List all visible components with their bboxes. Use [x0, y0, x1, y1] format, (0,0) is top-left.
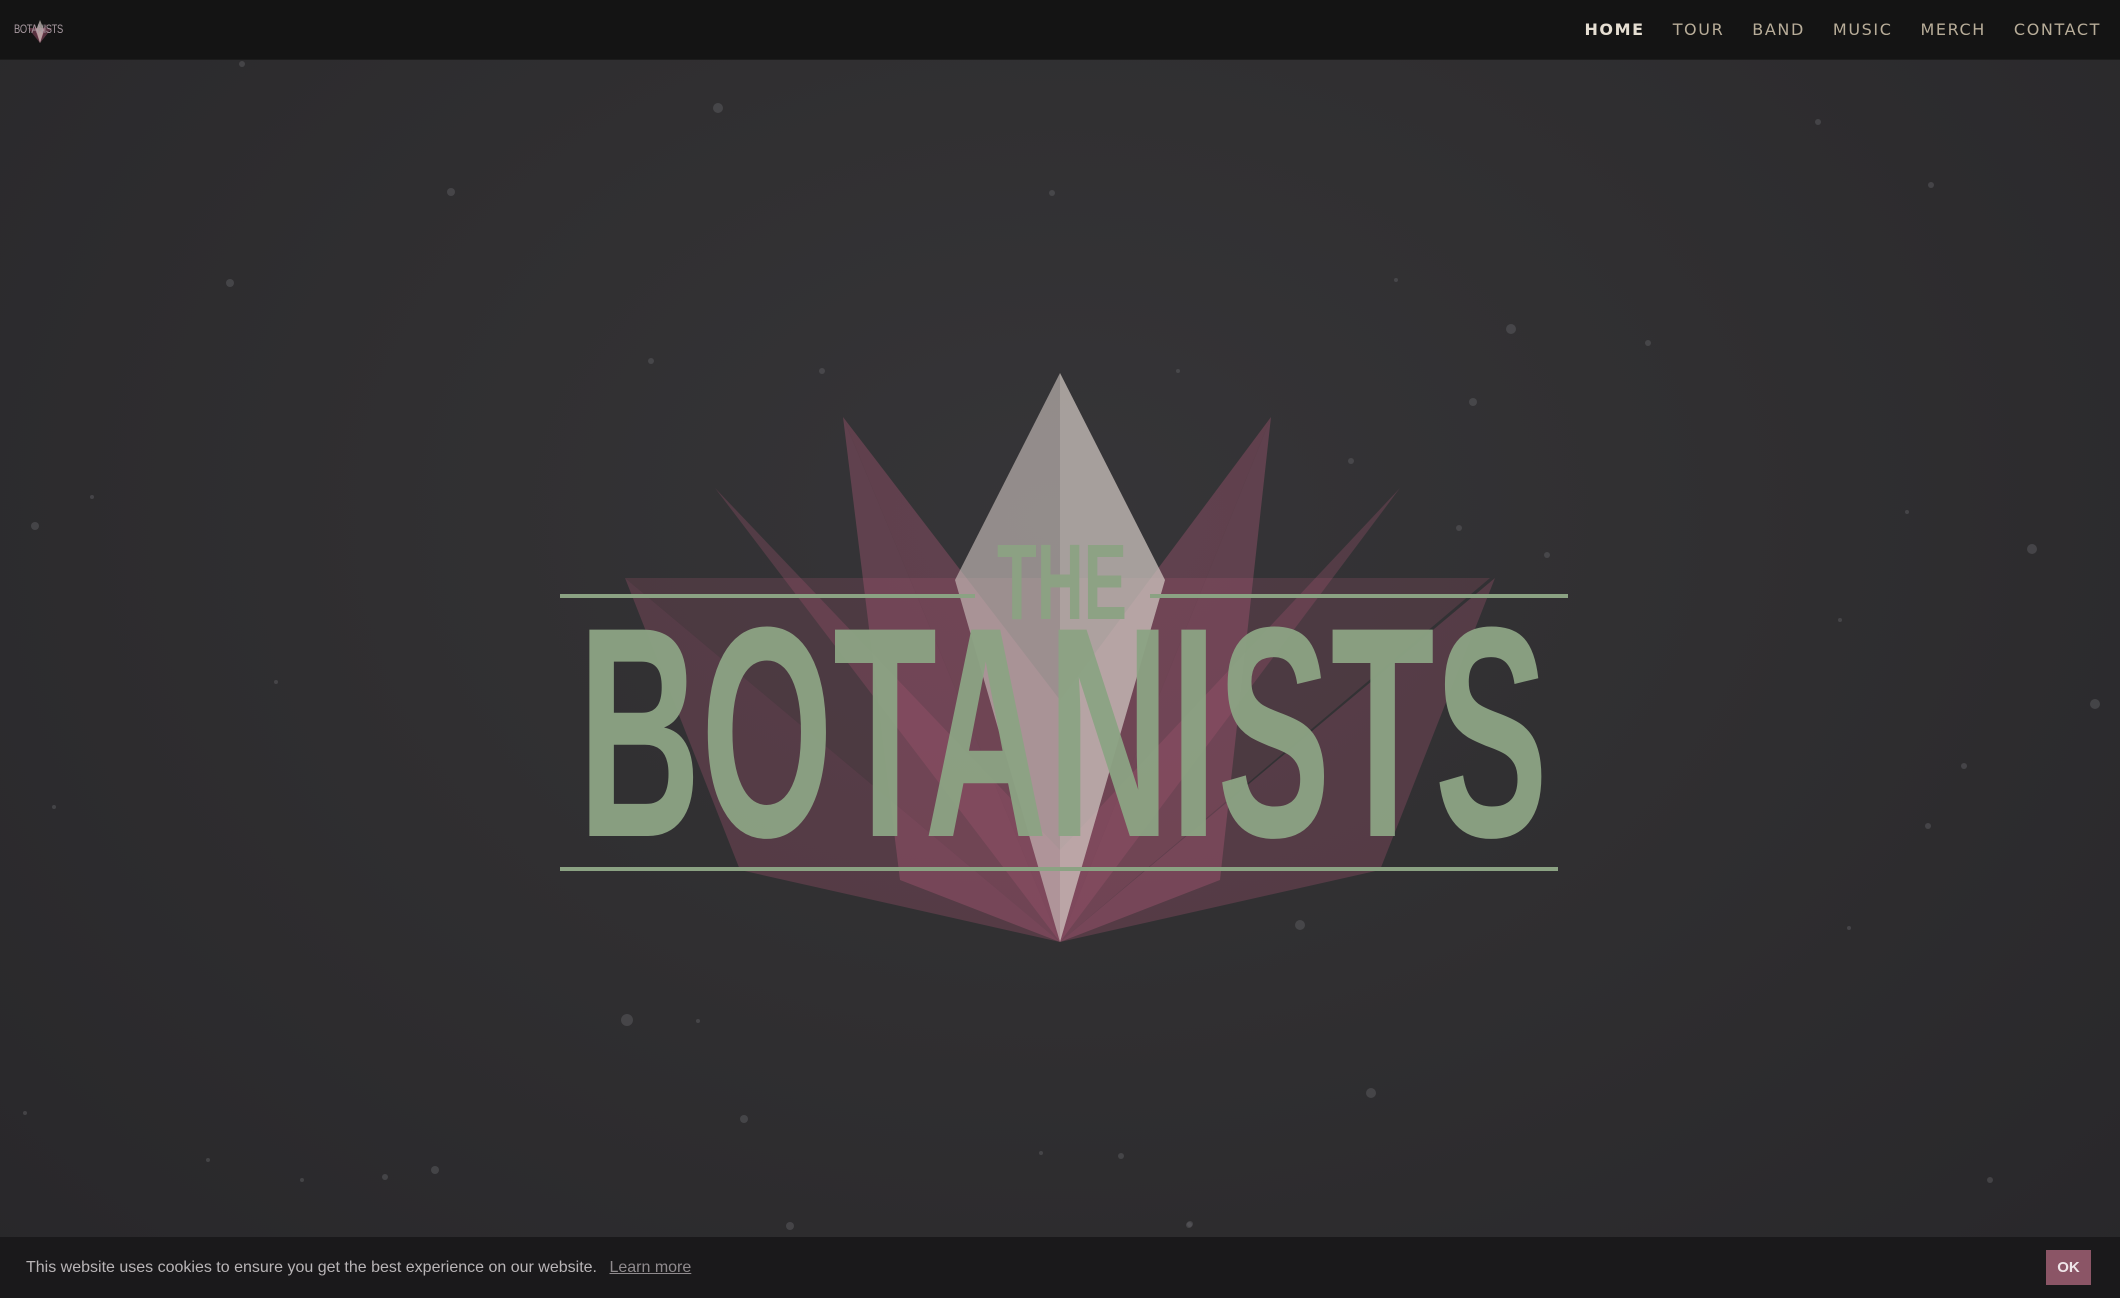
- hero-background: THE BOTANISTS: [23, 61, 2100, 1242]
- star-dot: [274, 680, 278, 684]
- star-dot: [1905, 510, 1909, 514]
- star-dot: [1847, 926, 1851, 930]
- star-dot: [1039, 1151, 1043, 1155]
- star-dot: [1366, 1088, 1376, 1098]
- star-dot: [1394, 278, 1398, 282]
- star-dot: [447, 188, 455, 196]
- star-dot: [239, 61, 245, 67]
- star-dot: [786, 1222, 794, 1230]
- star-dot: [52, 805, 56, 809]
- star-dot: [1838, 618, 1842, 622]
- star-dot: [2027, 544, 2037, 554]
- hero-section: THE BOTANISTS: [0, 0, 2120, 1298]
- star-dot: [1815, 119, 1821, 125]
- star-dot: [2090, 699, 2100, 709]
- star-dot: [1049, 190, 1055, 196]
- cookie-ok-button[interactable]: OK: [2046, 1250, 2091, 1285]
- star-dot: [1469, 398, 1477, 406]
- title-botanists: BOTANISTS: [578, 564, 1548, 900]
- main-nav: HOME TOUR BAND MUSIC MERCH CONTACT: [1584, 20, 2101, 39]
- nav-contact[interactable]: CONTACT: [2014, 20, 2101, 39]
- star-dot: [1506, 324, 1516, 334]
- star-dot: [431, 1166, 439, 1174]
- star-dot: [621, 1014, 633, 1026]
- star-dot: [1186, 1222, 1192, 1228]
- brand-logo-text: BOTANISTS: [14, 21, 63, 36]
- cookie-message: This website uses cookies to ensure you …: [26, 1258, 597, 1276]
- brand-logo[interactable]: BOTANISTS: [14, 12, 70, 48]
- star-dot: [23, 1111, 27, 1115]
- nav-home[interactable]: HOME: [1584, 20, 1644, 39]
- star-dot: [382, 1174, 388, 1180]
- star-dot: [1176, 369, 1180, 373]
- star-dot: [1961, 763, 1967, 769]
- nav-merch[interactable]: MERCH: [1920, 20, 1985, 39]
- star-dot: [1987, 1177, 1993, 1183]
- star-dot: [1925, 823, 1931, 829]
- star-dot: [1348, 458, 1354, 464]
- star-dot: [696, 1019, 700, 1023]
- star-dot: [1544, 552, 1550, 558]
- cookie-banner: This website uses cookies to ensure you …: [0, 1237, 2120, 1298]
- star-dot: [713, 103, 723, 113]
- star-dot: [226, 279, 234, 287]
- top-navbar: BOTANISTS HOME TOUR BAND MUSIC MERCH CON…: [0, 0, 2120, 60]
- star-dot: [1456, 525, 1462, 531]
- nav-tour[interactable]: TOUR: [1673, 20, 1725, 39]
- star-dot: [1295, 920, 1305, 930]
- nav-music[interactable]: MUSIC: [1833, 20, 1893, 39]
- nav-band[interactable]: BAND: [1752, 20, 1805, 39]
- star-dot: [300, 1178, 304, 1182]
- star-dot: [740, 1115, 748, 1123]
- star-dot: [31, 522, 39, 530]
- star-dot: [648, 358, 654, 364]
- page: THE BOTANISTS BOTANISTS HOME TOUR BAND M…: [0, 0, 2120, 1298]
- star-dot: [1118, 1153, 1124, 1159]
- star-dot: [1928, 182, 1934, 188]
- cookie-learn-more-link[interactable]: Learn more: [609, 1259, 691, 1276]
- star-dot: [1645, 340, 1651, 346]
- star-dot: [206, 1158, 210, 1162]
- star-dot: [90, 495, 94, 499]
- star-dot: [819, 368, 825, 374]
